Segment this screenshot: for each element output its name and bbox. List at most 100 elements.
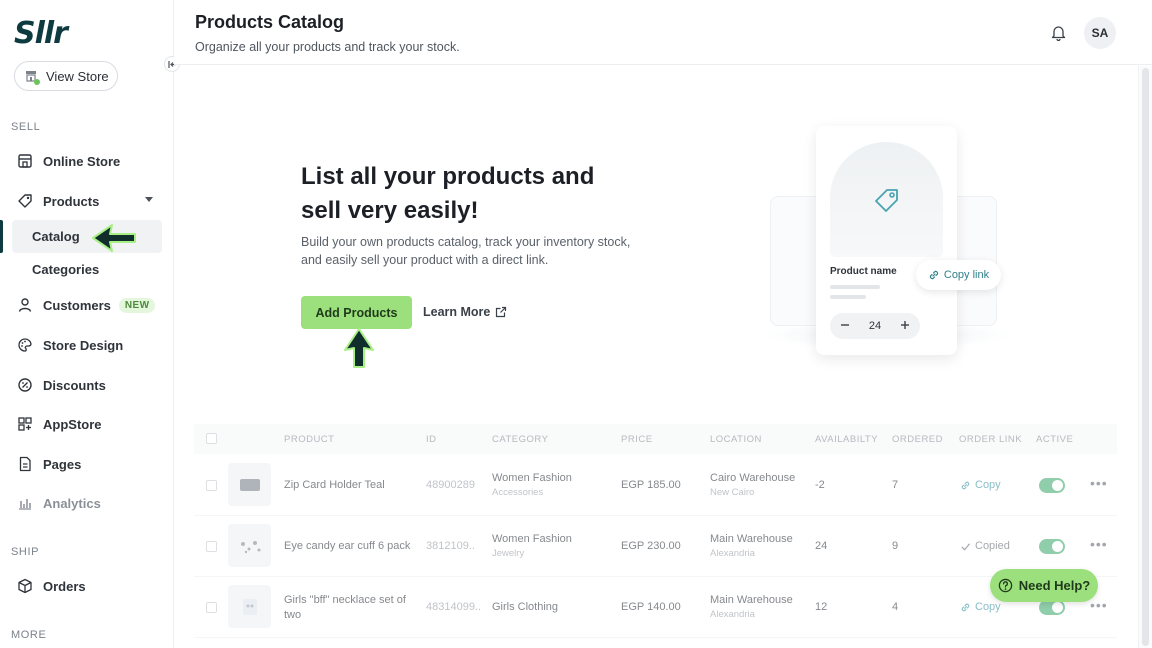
column-header-product: PRODUCT (284, 434, 335, 445)
more-options-icon[interactable]: ••• (1090, 597, 1108, 613)
product-location: Main Warehouse Alexandria (710, 594, 793, 620)
sidebar-item-pages[interactable]: Pages (16, 452, 81, 476)
chevron-down-icon[interactable] (145, 197, 153, 202)
location-name: Main Warehouse (710, 594, 793, 606)
sidebar-item-products[interactable]: Products (16, 189, 99, 213)
illustration-image-area (830, 142, 943, 257)
sidebar-item-orders[interactable]: Orders (16, 574, 86, 598)
sublocation-name: Alexandria (710, 548, 755, 559)
subcategory-name: Accessories (492, 487, 544, 498)
product-name[interactable]: Zip Card Holder Teal (284, 479, 385, 491)
table-header: PRODUCT ID CATEGORY PRICE LOCATION AVAIL… (194, 424, 1117, 454)
active-toggle[interactable] (1039, 539, 1065, 554)
sidebar-item-catalog[interactable]: Catalog (32, 229, 80, 244)
product-category: Women Fashion Accessories (492, 472, 572, 498)
sublocation-name: Alexandria (710, 609, 755, 620)
column-header-active: ACTIVE (1036, 434, 1074, 445)
column-header-availability: AVAILABILTY (815, 434, 879, 445)
product-ordered: 7 (892, 479, 899, 491)
copied-link-status[interactable]: Copied (960, 540, 1010, 552)
section-label-sell: SELL (11, 121, 41, 133)
category-name: Women Fashion (492, 533, 572, 545)
more-options-icon[interactable]: ••• (1090, 475, 1108, 491)
select-all-checkbox[interactable] (206, 433, 217, 444)
palette-icon (16, 336, 34, 354)
product-id: 3812109.. (426, 540, 475, 552)
product-thumbnail (228, 585, 271, 628)
product-location: Main Warehouse Alexandria (710, 533, 793, 559)
avatar[interactable]: SA (1084, 17, 1116, 49)
bell-icon[interactable] (1050, 24, 1067, 46)
product-price: EGP 140.00 (621, 601, 681, 613)
page-title: Products Catalog (195, 12, 345, 32)
sidebar-item-categories[interactable]: Categories (32, 262, 99, 277)
sidebar-item-label: Orders (43, 578, 86, 594)
product-id: 48314099.. (426, 601, 482, 613)
discount-icon (16, 376, 34, 394)
row-checkbox[interactable] (206, 480, 217, 491)
products-table: PRODUCT ID CATEGORY PRICE LOCATION AVAIL… (194, 424, 1117, 648)
online-status-dot (34, 79, 40, 85)
tag-icon (16, 192, 34, 210)
pointer-arrow-up-icon (344, 328, 374, 368)
sidebar-item-appstore[interactable]: AppStore (16, 412, 102, 436)
subcategory-name: Jewelry (492, 548, 525, 559)
row-checkbox[interactable] (206, 602, 217, 613)
sidebar-item-label: Pages (43, 456, 82, 472)
illustration-placeholder-line (830, 285, 880, 289)
link-icon (929, 270, 939, 280)
active-toggle[interactable] (1039, 478, 1065, 493)
illustration-product-card: Product name 24 (816, 126, 957, 355)
product-category: Women Fashion Jewelry (492, 533, 572, 559)
active-toggle[interactable] (1039, 600, 1065, 615)
copied-label: Copied (975, 540, 1010, 552)
table-row[interactable]: Girls "bff" necklace set of two 48314099… (194, 577, 1117, 638)
scrollbar-thumb[interactable] (1142, 68, 1149, 646)
sllr-logo[interactable]: Sllr (14, 16, 68, 51)
copy-link-label: Copy (975, 601, 1001, 613)
product-price: EGP 230.00 (621, 540, 681, 552)
table-row[interactable]: Eye candy ear cuff 6 pack 3812109.. Wome… (194, 516, 1117, 577)
section-label-ship: SHIP (11, 546, 40, 558)
column-header-location: LOCATION (710, 434, 762, 445)
sidebar-item-label: Store Design (43, 337, 124, 353)
sidebar-item-store-design[interactable]: Store Design (16, 333, 123, 357)
table-row[interactable]: Zip Card Holder Teal 48900289 Women Fash… (194, 455, 1117, 516)
sidebar-item-customers[interactable]: Customers NEW (16, 293, 156, 317)
sidebar-item-label: Analytics (43, 495, 101, 511)
active-indicator (0, 220, 3, 253)
link-icon (961, 603, 970, 611)
view-store-label: View Store (46, 68, 109, 84)
product-name[interactable]: Eye candy ear cuff 6 pack (284, 540, 410, 552)
illustration-quantity: 24 (868, 320, 882, 332)
copy-link-button[interactable]: Copy (960, 601, 1001, 613)
product-location: Cairo Warehouse New Cairo (710, 472, 795, 498)
location-name: Main Warehouse (710, 533, 793, 545)
sidebar-item-analytics[interactable]: Analytics (16, 491, 101, 515)
sidebar-item-label: Products (43, 193, 100, 209)
product-name[interactable]: Girls "bff" necklace set of two (284, 593, 409, 623)
store-icon (25, 70, 40, 85)
add-products-button[interactable]: Add Products (301, 296, 412, 329)
need-help-button[interactable]: Need Help? (990, 569, 1098, 602)
product-thumbnail (228, 463, 271, 506)
minus-icon (840, 320, 850, 333)
bar-chart-icon (16, 494, 34, 512)
product-availability: -2 (815, 479, 825, 491)
sidebar-item-online-store[interactable]: Online Store (16, 149, 120, 173)
more-options-icon[interactable]: ••• (1090, 536, 1108, 552)
page-header: Products Catalog Organize all your produ… (174, 0, 1152, 65)
column-header-id: ID (426, 434, 437, 445)
column-header-category: CATEGORY (492, 434, 549, 445)
page-subtitle: Organize all your products and track you… (195, 40, 460, 54)
row-checkbox[interactable] (206, 541, 217, 552)
illustration-quantity-stepper: 24 (830, 313, 920, 339)
learn-more-link[interactable]: Learn More (423, 305, 507, 319)
learn-more-label: Learn More (423, 305, 491, 319)
illustration-placeholder-line (830, 295, 866, 299)
copy-link-button[interactable]: Copy (960, 479, 1001, 491)
illustration-product-name: Product name (830, 266, 897, 277)
sidebar-item-discounts[interactable]: Discounts (16, 373, 106, 397)
person-icon (16, 296, 34, 314)
view-store-button[interactable]: View Store (14, 61, 118, 91)
